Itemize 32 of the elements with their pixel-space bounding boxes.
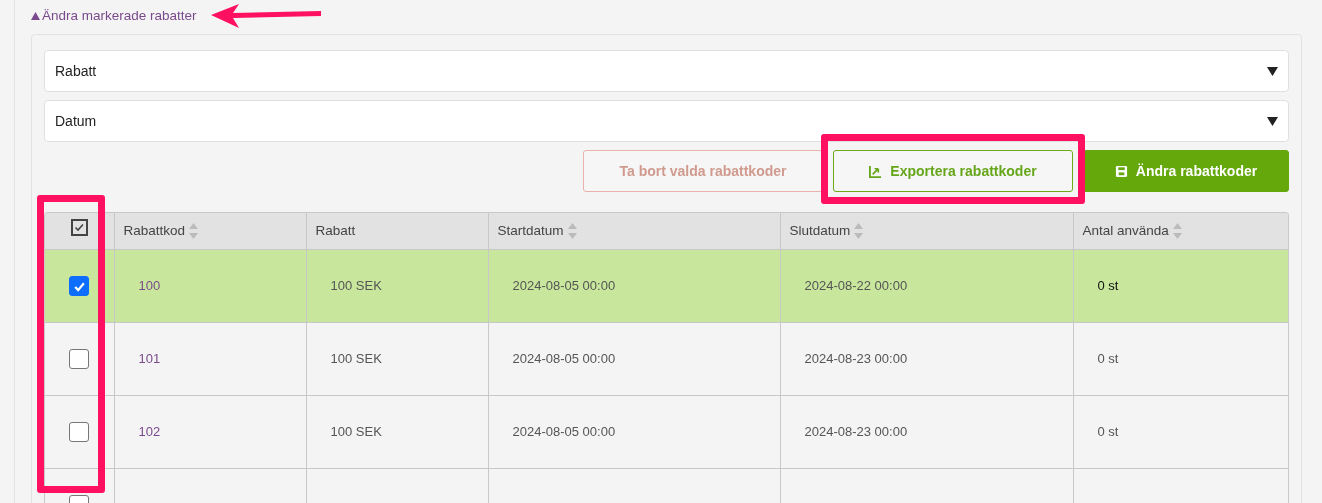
table-cell: 0 st [1097,424,1119,439]
column-header[interactable]: Startdatum [497,222,564,238]
collapse-toggle-link[interactable]: Ändra markerade rabatter [31,6,197,27]
table-cell: 2024-08-23 00:00 [804,424,908,439]
code-link[interactable]: 101 [138,351,161,366]
code-link[interactable]: 100 [138,278,161,293]
table-cell: 2024-08-05 00:00 [512,278,616,293]
select-all-checkbox[interactable] [70,219,88,237]
caret-icon [1267,116,1278,126]
table-cell: 0 st [1097,278,1119,293]
row-checkbox[interactable] [69,276,90,297]
table-cell: 100 SEK [330,351,382,366]
table-cell: 2024-08-05 00:00 [512,424,616,439]
table-cell: 2024-08-22 00:00 [804,278,908,293]
column-header[interactable]: Rabattkod [123,222,186,238]
code-link[interactable]: 102 [138,424,161,439]
annotation-arrow-icon [210,4,321,29]
dropdown-field[interactable]: Rabatt [44,50,1289,93]
table-cell: 100 SEK [330,278,382,293]
column-header: Rabatt [315,222,356,238]
chart-icon [869,164,883,178]
table-cell: 2024-08-05 00:00 [512,351,616,366]
table-cell: 0 st [1097,351,1119,366]
dropdown-field[interactable]: Datum [44,100,1289,143]
row-checkbox[interactable] [69,349,90,370]
column-header[interactable]: Antal använda [1082,222,1169,238]
table-cell: 2024-08-23 00:00 [804,351,908,366]
column-header[interactable]: Slutdatum [789,222,851,238]
caret-icon [1267,66,1278,76]
table-cell: 100 SEK [330,424,382,439]
row-checkbox[interactable] [69,422,90,443]
triangle-icon [31,12,40,21]
